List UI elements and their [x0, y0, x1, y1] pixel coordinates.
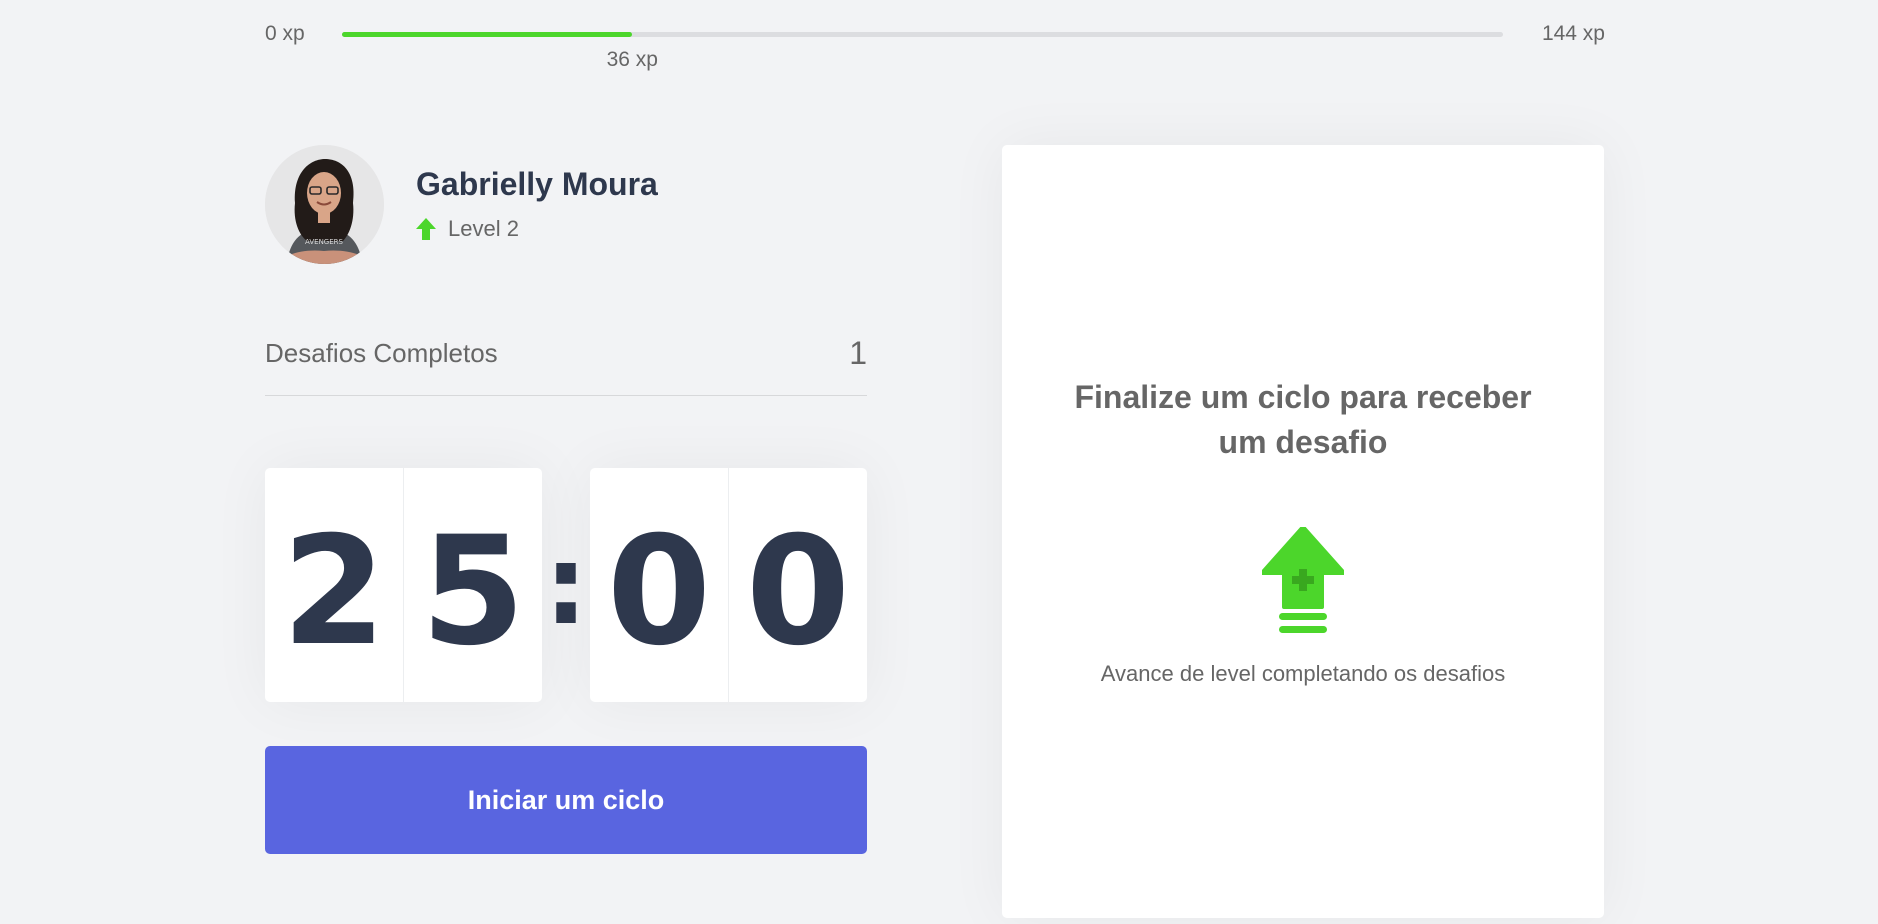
challenge-box-title: Finalize um ciclo para receber um desafi…	[1074, 379, 1532, 460]
user-name: Gabrielly Moura	[416, 166, 658, 202]
completed-challenges: Desafios Completos 1	[265, 335, 867, 396]
level-label: Level 2	[448, 216, 519, 241]
level-indicator: Level 2	[416, 216, 519, 242]
start-cycle-button[interactable]: Iniciar um ciclo	[265, 746, 867, 854]
experience-bar-fill	[342, 32, 633, 37]
challenge-box: Finalize um ciclo para receber um desafi…	[1002, 145, 1604, 918]
xp-max-label: 144 xp	[1541, 22, 1605, 45]
experience-bar	[342, 32, 1503, 37]
current-xp-label: 36 xp	[606, 48, 658, 71]
minutes-tens-digit: 2	[281, 505, 387, 679]
countdown-separator: :	[544, 521, 588, 649]
level-up-icon	[1262, 527, 1344, 633]
level-up-arrow-icon	[416, 218, 436, 240]
avatar: AVENGERS	[265, 145, 384, 264]
countdown-seconds: 0 0	[590, 468, 867, 702]
minutes-ones-digit: 5	[403, 468, 542, 702]
completed-challenges-label: Desafios Completos	[265, 338, 498, 368]
xp-min-label: 0 xp	[265, 22, 305, 45]
countdown-minutes: 2 5	[265, 468, 542, 702]
avatar-photo: AVENGERS	[265, 145, 384, 264]
seconds-tens-digit: 0	[606, 505, 712, 679]
moveit-dashboard: 0 xp 36 xp 144 xp AVENGERS Gabrielly Mou…	[0, 0, 1878, 924]
challenge-box-hint: Avance de level completando os desafios	[1100, 661, 1506, 686]
svg-text:AVENGERS: AVENGERS	[305, 238, 343, 246]
seconds-ones-digit: 0	[728, 468, 867, 702]
completed-challenges-count: 1	[849, 335, 867, 371]
